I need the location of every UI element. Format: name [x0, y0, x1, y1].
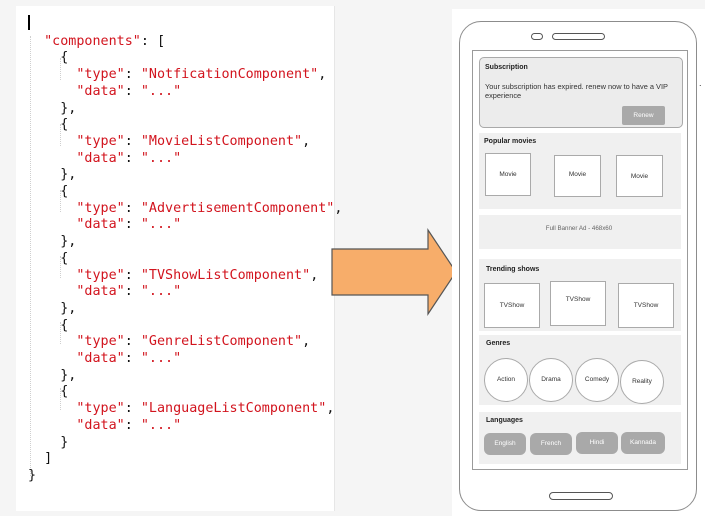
home-button[interactable]	[549, 492, 613, 500]
camera-icon	[531, 33, 543, 40]
json-code-panel: "components": [ { "type": "NotficationCo…	[16, 6, 342, 511]
subscription-title: Subscription	[485, 64, 528, 71]
tvshow-card[interactable]: TVShow	[550, 281, 606, 326]
text-cursor	[28, 15, 30, 30]
genres-title: Genres	[486, 340, 511, 347]
language-chip[interactable]: English	[484, 433, 526, 455]
code-line: }	[28, 467, 37, 483]
advertisement-banner[interactable]	[479, 215, 681, 249]
language-chip[interactable]: Hindi	[576, 432, 618, 454]
genre-chip[interactable]: Comedy	[575, 358, 619, 402]
genre-chip[interactable]: Reality	[620, 360, 664, 404]
speaker-icon	[552, 33, 605, 40]
edge-mark: .	[699, 78, 702, 88]
subscription-message: Your subscription has expired. renew now…	[485, 82, 668, 100]
renew-button[interactable]: Renew	[622, 106, 665, 125]
tvshow-card[interactable]: TVShow	[618, 283, 674, 328]
movie-card[interactable]: Movie	[616, 155, 663, 197]
advertisement-text: Full Banner Ad - 468x60	[545, 225, 613, 232]
genre-chip[interactable]: Drama	[529, 358, 573, 402]
language-chip[interactable]: French	[530, 433, 572, 455]
trending-shows-title: Trending shows	[486, 266, 540, 273]
tvshow-card[interactable]: TVShow	[484, 283, 540, 328]
popular-movies-title: Popular movies	[484, 138, 537, 145]
movie-card[interactable]: Movie	[554, 155, 601, 197]
movie-card[interactable]: Movie	[485, 153, 531, 196]
languages-title: Languages	[486, 417, 523, 424]
genre-chip[interactable]: Action	[484, 358, 528, 402]
right-arrow-icon	[331, 228, 457, 316]
language-chip[interactable]: Kannada	[621, 432, 665, 454]
